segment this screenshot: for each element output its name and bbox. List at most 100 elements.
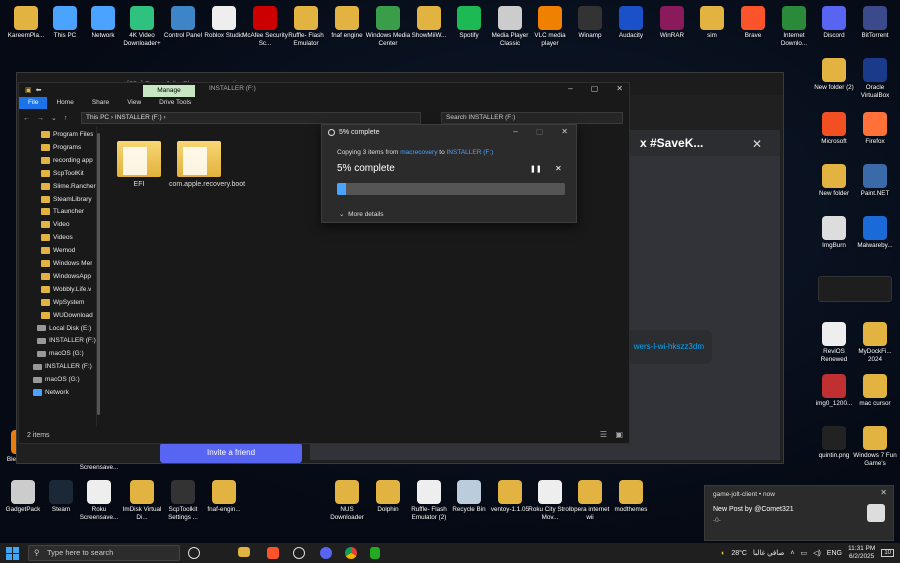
desktop-icon[interactable]: ScpToolkit Settings ...	[160, 478, 206, 521]
nav-item[interactable]: Wobbly.Life.v	[41, 285, 91, 293]
forward-icon[interactable]: →	[37, 115, 44, 122]
app-taskbar-icon[interactable]	[293, 547, 305, 559]
desktop-icon[interactable]: Malwareby...	[852, 214, 898, 250]
desktop-icon[interactable]: img0_1200...	[811, 372, 857, 408]
close-icon[interactable]: ✕	[752, 137, 762, 151]
taskbar-search[interactable]: ⚲ Type here to search	[28, 545, 180, 561]
language-indicator[interactable]: ENG	[827, 550, 842, 557]
nav-item[interactable]: ScpToolKit	[41, 169, 84, 177]
desktop-icon[interactable]: Spotify	[446, 4, 492, 40]
desktop-icon[interactable]: Ruffle- Flash Emulator	[283, 4, 329, 47]
desktop-icon[interactable]: McAfee Security Sc...	[242, 4, 288, 47]
invite-link[interactable]: wers-l-wi-hkszz3dm	[620, 330, 712, 364]
nav-item[interactable]: macOS (G:)	[33, 376, 80, 383]
nav-item[interactable]: Programs	[41, 143, 81, 151]
desktop-icon[interactable]: Audacity	[608, 4, 654, 40]
destination-link[interactable]: INSTALLER (F:)	[447, 149, 494, 156]
undo-icon[interactable]: ⬅	[36, 86, 42, 94]
desktop-icon[interactable]: Roku Screensave...	[76, 478, 122, 521]
up-icon[interactable]: ↑	[64, 115, 68, 122]
desktop-icon[interactable]: Discord	[811, 4, 857, 40]
desktop-icon[interactable]: quintin.png	[811, 424, 857, 460]
desktop-icon[interactable]: BitTorrent	[852, 4, 898, 40]
desktop-icon[interactable]: Windows 7 Fun Game's	[852, 424, 898, 467]
search-input[interactable]: Search INSTALLER (F:)	[441, 112, 623, 124]
desktop-icon[interactable]: Brave	[730, 4, 776, 40]
nav-item[interactable]: Local Disk (E:)	[37, 325, 91, 332]
cancel-icon[interactable]: ✕	[555, 164, 562, 173]
nav-item[interactable]: INSTALLER (F:)	[37, 337, 96, 344]
nav-item[interactable]: Program Files	[41, 131, 93, 138]
nav-item[interactable]: Wemod	[41, 247, 75, 255]
desktop-icon[interactable]: ReviOS Renewed	[811, 320, 857, 363]
tab-share[interactable]: Share	[83, 97, 118, 109]
desktop-icon[interactable]: mac cursor	[852, 372, 898, 408]
source-link[interactable]: macrecovery	[400, 149, 437, 156]
nav-item[interactable]: WindowsApp	[41, 272, 91, 280]
more-details-button[interactable]: ⌄ More details	[339, 210, 383, 218]
folder-efi[interactable]: EFI	[111, 141, 167, 189]
temperature[interactable]: 28°C	[731, 550, 747, 557]
desktop-icon[interactable]: Dolphin	[365, 478, 411, 514]
nav-item[interactable]: Slime.Rancher	[41, 182, 96, 190]
minimize-icon[interactable]: –	[568, 84, 572, 93]
nav-item[interactable]: Videos	[41, 234, 73, 242]
desktop-icon[interactable]: opera internet wii	[567, 478, 613, 521]
game-jolt-taskbar-icon[interactable]	[370, 547, 380, 559]
desktop-icon[interactable]: 4K Video Downloader+	[119, 4, 165, 47]
minimize-icon[interactable]: –	[513, 127, 517, 136]
chrome-taskbar-icon[interactable]	[345, 547, 357, 559]
tab-file[interactable]: File	[19, 97, 48, 109]
address-bar[interactable]: This PC › INSTALLER (F:) ›	[81, 112, 421, 124]
desktop-icon[interactable]: Firefox	[852, 110, 898, 146]
nav-item[interactable]: INSTALLER (F:)	[33, 363, 92, 370]
desktop-icon[interactable]: Microsoft	[811, 110, 857, 146]
manage-tab[interactable]: Manage	[143, 85, 195, 97]
desktop-icon[interactable]: Control Panel	[160, 4, 206, 40]
network-icon[interactable]: ▭	[800, 549, 807, 557]
nav-item[interactable]: WUDownload	[41, 311, 93, 319]
close-icon[interactable]: ✕	[616, 84, 623, 93]
invite-friend-button[interactable]: Invite a friend	[160, 443, 302, 463]
desktop-icon[interactable]: New folder	[811, 162, 857, 198]
tab-view[interactable]: View	[118, 97, 150, 109]
file-explorer-taskbar-icon[interactable]	[238, 547, 250, 557]
nav-item[interactable]: macOS (G:)	[37, 350, 84, 357]
close-icon[interactable]: ✕	[561, 127, 568, 136]
desktop-icon[interactable]: NUS Downloader	[324, 478, 370, 521]
notification-badge[interactable]: 10	[881, 549, 894, 557]
folder-com-apple-recovery-boot[interactable]: com.apple.recovery.boot	[169, 141, 245, 189]
desktop-icon[interactable]: modthemes	[608, 478, 654, 514]
desktop-icon[interactable]: Roblox Studio	[201, 4, 247, 40]
desktop-icon[interactable]: sim	[689, 4, 735, 40]
desktop-icon[interactable]: Paint.NET	[852, 162, 898, 198]
brave-taskbar-icon[interactable]	[267, 547, 279, 559]
clock[interactable]: 11:31 PM 6/2/2025	[848, 545, 875, 561]
volume-icon[interactable]: ◁)	[813, 549, 821, 557]
start-button[interactable]	[4, 545, 20, 561]
pause-icon[interactable]: ❚❚	[530, 165, 542, 173]
maximize-icon[interactable]: ▢	[591, 84, 599, 93]
task-view-icon[interactable]	[188, 547, 200, 559]
nav-item[interactable]: SteamLibrary	[41, 195, 92, 203]
desktop-icon[interactable]: Oracle VirtualBox	[852, 56, 898, 99]
recent-icon[interactable]: ⌄	[51, 114, 57, 122]
nav-item[interactable]: Video	[41, 221, 70, 229]
nav-item[interactable]: Windows Mer	[41, 260, 92, 267]
desktop-icon[interactable]: Winamp	[567, 4, 613, 40]
dock-gadget[interactable]	[818, 276, 892, 302]
desktop-icon[interactable]: New folder (2)	[811, 56, 857, 92]
discord-taskbar-icon[interactable]	[320, 547, 332, 559]
desktop-icon[interactable]: Windows Media Center	[365, 4, 411, 47]
nav-item[interactable]: recording app	[41, 156, 93, 164]
explorer-titlebar[interactable]: ▣ ⬅ Manage INSTALLER (F:) – ▢ ✕	[19, 83, 629, 97]
chevron-up-icon[interactable]: ˄	[790, 550, 794, 557]
desktop-icon[interactable]: fnaf-engin...	[201, 478, 247, 514]
details-view-icon[interactable]: ☰	[600, 430, 607, 439]
close-icon[interactable]: ✕	[880, 488, 887, 497]
desktop-icon[interactable]: fnaf engine	[324, 4, 370, 40]
tab-drive-tools[interactable]: Drive Tools	[150, 97, 200, 109]
nav-scrollbar[interactable]	[97, 133, 100, 415]
copy-progress-dialog[interactable]: 5% complete – ▢ ✕ Copying 3 items from mac…	[321, 124, 577, 223]
back-icon[interactable]: ←	[23, 115, 30, 122]
